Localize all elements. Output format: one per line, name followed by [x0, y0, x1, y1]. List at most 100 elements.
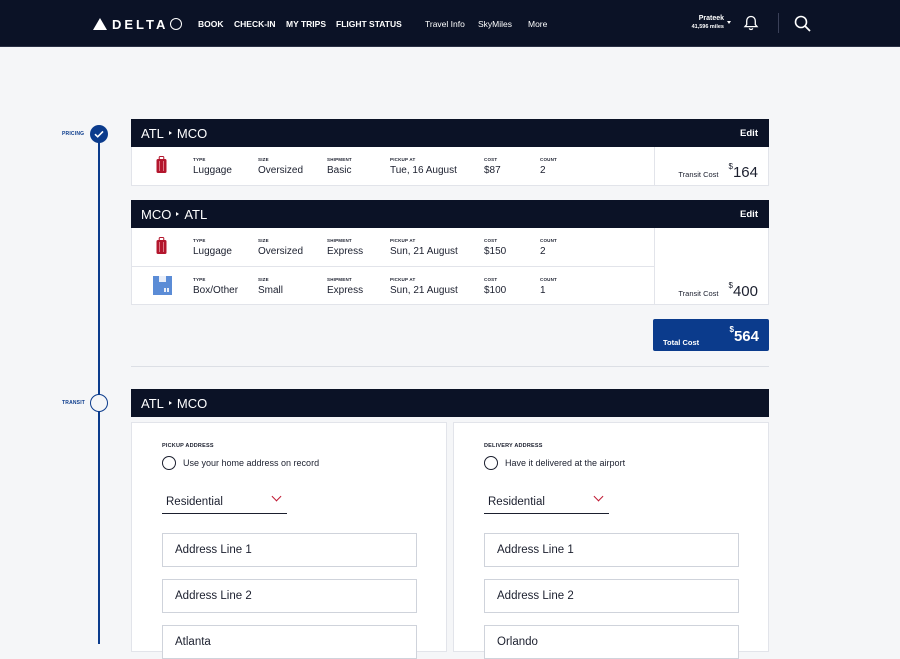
transit-cost: Transit Cost $164 [678, 162, 758, 181]
pickup-address-type-select[interactable]: Residential [162, 491, 287, 514]
radio-circle-icon[interactable] [162, 456, 176, 470]
shipment-row: TYPE Luggage SIZE Oversized SHIPMENT Expres… [132, 228, 655, 266]
route-label: ATL MCO [141, 126, 207, 141]
transit-cost: Transit Cost $400 [678, 281, 758, 300]
nav-check-in[interactable]: CHECK-IN [234, 19, 276, 29]
cell-type: TYPE Luggage [193, 157, 232, 176]
nav-skymiles[interactable]: SkyMiles [478, 19, 512, 29]
step-current-circle-icon [90, 394, 108, 412]
pickup-city-input[interactable] [163, 626, 416, 658]
luggage-icon [156, 237, 167, 254]
delivery-address-line-2-input[interactable] [485, 580, 738, 612]
route-destination: ATL [184, 206, 208, 222]
shipment-row: TYPE Luggage SIZE Oversized SHIPMENT Basic … [132, 147, 655, 185]
cell-count: COUNT 2 [540, 238, 557, 257]
chevron-down-icon [271, 491, 282, 502]
bell-icon[interactable] [743, 15, 759, 31]
route-arrow-icon [168, 131, 172, 135]
deliver-at-airport-radio[interactable]: Have it delivered at the airport [484, 456, 625, 470]
user-account-menu[interactable]: Prateek 41,596 miles [684, 15, 724, 30]
cell-count: COUNT 1 [540, 277, 557, 296]
route-origin: ATL [141, 395, 164, 411]
transit-cost-label: Transit Cost [678, 170, 719, 179]
total-cost-amount: $564 [729, 325, 759, 345]
box-icon [153, 276, 172, 295]
delivery-address-panel: DELIVERY ADDRESS Have it delivered at th… [453, 422, 769, 659]
cell-pickup: PICKUP AT Sun, 21 August [390, 277, 458, 296]
cell-size: SIZE Small [258, 277, 284, 296]
pickup-city-field[interactable] [162, 625, 417, 659]
section-divider [131, 366, 769, 367]
trip-header-atl-mco: ATL MCO Edit [131, 119, 769, 147]
pickup-address-title: PICKUP ADDRESS [162, 443, 214, 449]
delivery-address-line-2-field[interactable] [484, 579, 739, 613]
select-value: Residential [166, 496, 223, 508]
chevron-down-icon [593, 491, 604, 502]
delivery-city-input[interactable] [485, 626, 738, 658]
delta-widget-icon [93, 18, 107, 30]
cell-pickup: PICKUP AT Tue, 16 August [390, 157, 457, 176]
radio-label: Use your home address on record [183, 458, 320, 468]
shipment-rows: TYPE Luggage SIZE Oversized SHIPMENT Basic … [132, 147, 655, 185]
use-home-address-radio[interactable]: Use your home address on record [162, 456, 319, 470]
route-destination: MCO [176, 395, 208, 411]
chevron-down-icon[interactable] [727, 21, 731, 24]
total-cost-badge: Total Cost $564 [653, 319, 769, 351]
step-label-transit: TRANSIT [62, 400, 86, 406]
cell-cost: COST $100 [484, 277, 507, 296]
nav-flight-status[interactable]: FLIGHT STATUS [336, 19, 402, 29]
cell-shipment: SHIPMENT Basic [327, 157, 352, 176]
delivery-address-line-1-input[interactable] [485, 534, 738, 566]
route-origin: ATL [141, 125, 164, 141]
trip-card-mco-atl: TYPE Luggage SIZE Oversized SHIPMENT Expres… [131, 228, 769, 305]
nav-book[interactable]: BOOK [198, 19, 224, 29]
delta-logo[interactable]: DELTA [93, 16, 183, 32]
pickup-address-line-2-field[interactable] [162, 579, 417, 613]
shipment-rows: TYPE Luggage SIZE Oversized SHIPMENT Expres… [132, 228, 655, 304]
cell-shipment: SHIPMENT Express [327, 238, 364, 257]
nav-divider [778, 13, 779, 33]
transit-cost-amount: $400 [728, 281, 758, 300]
cell-size: SIZE Oversized [258, 157, 304, 176]
delivery-city-field[interactable] [484, 625, 739, 659]
transit-cost-amount: $164 [728, 162, 758, 181]
edit-button[interactable]: Edit [740, 128, 758, 139]
select-value: Residential [488, 496, 545, 508]
shipment-row: TYPE Box/Other SIZE Small SHIPMENT Express … [132, 266, 655, 304]
user-miles: 41,596 miles [691, 24, 724, 30]
progress-timeline [98, 134, 100, 644]
trip-card-atl-mco: TYPE Luggage SIZE Oversized SHIPMENT Basic … [131, 147, 769, 186]
globe-icon [170, 18, 183, 30]
cell-cost: COST $150 [484, 238, 507, 257]
cell-count: COUNT 2 [540, 157, 557, 176]
cell-shipment: SHIPMENT Express [327, 277, 364, 296]
pickup-address-panel: PICKUP ADDRESS Use your home address on … [131, 422, 447, 659]
transit-cost-label: Transit Cost [678, 289, 719, 298]
delivery-address-type-select[interactable]: Residential [484, 491, 609, 514]
pickup-address-line-2-input[interactable] [163, 580, 416, 612]
nav-my-trips[interactable]: MY TRIPS [286, 19, 326, 29]
step-complete-check-icon [90, 125, 108, 143]
user-name: Prateek [698, 15, 724, 22]
radio-circle-icon[interactable] [484, 456, 498, 470]
step-label-pricing: PRICING [62, 131, 85, 137]
cell-cost: COST $87 [484, 157, 501, 176]
cell-type: TYPE Box/Other [193, 277, 239, 296]
route-label: ATL MCO [141, 396, 207, 411]
top-navigation: DELTA BOOK CHECK-IN MY TRIPS FLIGHT STAT… [0, 0, 900, 47]
pickup-address-line-1-field[interactable] [162, 533, 417, 567]
nav-travel-info[interactable]: Travel Info [425, 19, 465, 29]
trip-header-mco-atl: MCO ATL Edit [131, 200, 769, 228]
cell-type: TYPE Luggage [193, 238, 232, 257]
brand-name: DELTA [112, 16, 169, 32]
radio-label: Have it delivered at the airport [505, 458, 626, 468]
transit-header-atl-mco: ATL MCO [131, 389, 769, 417]
total-cost-label: Total Cost [663, 338, 700, 347]
edit-button[interactable]: Edit [740, 209, 758, 220]
pickup-address-line-1-input[interactable] [163, 534, 416, 566]
cell-size: SIZE Oversized [258, 238, 304, 257]
delivery-address-line-1-field[interactable] [484, 533, 739, 567]
route-arrow-icon [176, 212, 180, 216]
search-icon[interactable] [794, 15, 811, 32]
nav-more[interactable]: More [528, 19, 547, 29]
